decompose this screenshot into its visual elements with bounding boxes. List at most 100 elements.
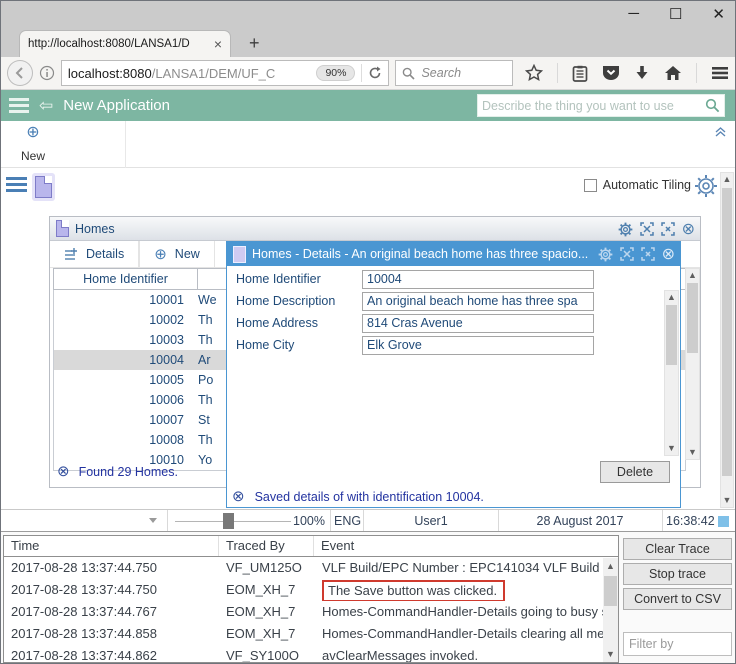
homes-close-icon[interactable]: ⊗ bbox=[682, 222, 695, 237]
trace-row[interactable]: 2017-08-28 13:37:44.750 VF_UM125O VLF Bu… bbox=[4, 557, 618, 579]
convert-to-csv-button[interactable]: Convert to CSV bbox=[623, 588, 732, 610]
time-column-header[interactable]: Time bbox=[4, 536, 219, 556]
bookmark-star-icon[interactable] bbox=[525, 64, 543, 82]
app-search-box[interactable] bbox=[477, 94, 725, 117]
delete-button[interactable]: Delete bbox=[600, 461, 670, 483]
home-address-field[interactable]: 814 Cras Avenue bbox=[362, 314, 594, 333]
browser-window: ─ ☐ ✕ http://localhost:8080/LANSA1/D × +… bbox=[0, 0, 736, 664]
highlighted-event: The Save button was clicked. bbox=[322, 580, 505, 601]
status-dropdown[interactable] bbox=[1, 510, 168, 531]
homes-expand-icon[interactable] bbox=[640, 222, 654, 236]
date-indicator: 28 August 2017 bbox=[498, 514, 662, 528]
site-info-icon[interactable] bbox=[39, 65, 55, 81]
app-search-icon[interactable] bbox=[705, 98, 720, 113]
navigation-bar: localhost:8080/LANSA1/DEM/UF_C 90% Searc… bbox=[1, 57, 735, 90]
url-bar[interactable]: localhost:8080/LANSA1/DEM/UF_C 90% bbox=[61, 60, 390, 86]
search-icon bbox=[402, 67, 415, 80]
url-path: /LANSA1/DEM/UF_C bbox=[152, 66, 276, 81]
trace-table: Time Traced By Event 2017-08-28 13:37:44… bbox=[3, 535, 619, 663]
menu-icon[interactable] bbox=[711, 66, 729, 80]
home-identifier-field[interactable]: 10004 bbox=[362, 270, 594, 289]
app-back-icon[interactable]: ⇦ bbox=[39, 96, 53, 116]
dialog-tile-icon[interactable] bbox=[641, 247, 655, 261]
window-close-button[interactable]: ✕ bbox=[712, 5, 725, 23]
language-indicator: ENG bbox=[334, 514, 361, 528]
app-title: New Application bbox=[63, 97, 170, 114]
url-text: localhost:8080/LANSA1/DEM/UF_C bbox=[68, 66, 311, 81]
trace-row[interactable]: 2017-08-28 13:37:44.767 EOM_XH_7 Homes-C… bbox=[4, 601, 618, 623]
new-tab-button[interactable]: + bbox=[241, 33, 268, 54]
tab-close-icon[interactable]: × bbox=[214, 36, 222, 52]
main-vertical-scrollbar[interactable]: ▲ ▼ bbox=[720, 172, 734, 508]
os-titlebar: ─ ☐ ✕ bbox=[1, 1, 735, 28]
homes-new-button[interactable]: ⊕ New bbox=[139, 241, 215, 268]
field-label: Home Address bbox=[236, 316, 318, 330]
home-icon[interactable] bbox=[664, 65, 682, 81]
filter-by-input[interactable]: Filter by bbox=[623, 632, 732, 656]
ribbon: ⊕ New bbox=[1, 121, 735, 168]
plus-circle-icon: ⊕ bbox=[154, 245, 167, 263]
ribbon-new-button[interactable]: ⊕ New bbox=[11, 124, 55, 165]
trace-table-header[interactable]: Time Traced By Event bbox=[4, 536, 618, 557]
field-label: Home Identifier bbox=[236, 272, 321, 286]
dialog-title: Homes - Details - An original beach home… bbox=[252, 247, 592, 261]
home-city-field[interactable]: Elk Grove bbox=[362, 336, 594, 355]
app-search-input[interactable] bbox=[482, 99, 705, 113]
homes-table-scrollbar[interactable]: ▲ ▼ bbox=[685, 268, 700, 460]
search-bar[interactable]: Search bbox=[395, 60, 513, 86]
zoom-slider-handle[interactable] bbox=[223, 513, 234, 529]
home-description-field[interactable]: An original beach home has three spa bbox=[362, 292, 594, 311]
details-button[interactable]: Details bbox=[50, 241, 139, 268]
dialog-expand-icon[interactable] bbox=[620, 247, 634, 261]
automatic-tiling-label: Automatic Tiling bbox=[603, 178, 691, 192]
event-column-header[interactable]: Event bbox=[314, 536, 618, 556]
app-header: ⇦ New Application bbox=[1, 90, 735, 121]
homes-settings-gear-icon[interactable] bbox=[618, 222, 633, 237]
homes-tile-icon[interactable] bbox=[661, 222, 675, 236]
homes-window-titlebar[interactable]: Homes ⊗ bbox=[50, 217, 700, 241]
search-placeholder: Search bbox=[421, 66, 461, 80]
traced-by-column-header[interactable]: Traced By bbox=[219, 536, 314, 556]
chevron-down-icon bbox=[149, 518, 157, 523]
time-indicator: 16:38:42 bbox=[666, 514, 715, 528]
trace-row[interactable]: 2017-08-28 13:37:44.862 VF_SY100O avClea… bbox=[4, 645, 618, 663]
message-close-icon[interactable]: ⊗ bbox=[57, 464, 70, 479]
stop-trace-button[interactable]: Stop trace bbox=[623, 563, 732, 585]
automatic-tiling-checkbox[interactable] bbox=[584, 179, 597, 192]
homes-new-button-label: New bbox=[175, 247, 200, 261]
details-form-icon bbox=[64, 248, 78, 261]
homes-status-message: Found 29 Homes. bbox=[79, 465, 178, 479]
dialog-settings-gear-icon[interactable] bbox=[598, 247, 613, 262]
page-zoom-badge[interactable]: 90% bbox=[316, 65, 355, 81]
homes-application-icon[interactable] bbox=[32, 173, 55, 201]
dialog-status-message: Saved details of with identification 100… bbox=[255, 490, 484, 504]
window-maximize-button[interactable]: ☐ bbox=[669, 5, 682, 23]
framework-menu-icon[interactable] bbox=[6, 177, 27, 193]
user-indicator: User1 bbox=[364, 514, 498, 528]
clear-trace-button[interactable]: Clear Trace bbox=[623, 538, 732, 560]
reading-list-icon[interactable] bbox=[572, 65, 588, 82]
dialog-titlebar[interactable]: Homes - Details - An original beach home… bbox=[227, 242, 680, 266]
trace-row-highlighted[interactable]: 2017-08-28 13:37:44.750 EOM_XH_7 The Sav… bbox=[4, 579, 618, 601]
ribbon-new-label: New bbox=[21, 149, 45, 163]
workspace-settings-gear-icon[interactable] bbox=[694, 174, 718, 198]
trace-row[interactable]: 2017-08-28 13:37:44.858 EOM_XH_7 Homes-C… bbox=[4, 623, 618, 645]
home-identifier-column-header[interactable]: Home Identifier bbox=[54, 269, 198, 289]
document-icon bbox=[233, 246, 246, 263]
collapse-ribbon-icon[interactable] bbox=[714, 125, 727, 138]
window-minimize-button[interactable]: ─ bbox=[628, 5, 639, 23]
browser-tab[interactable]: http://localhost:8080/LANSA1/D × bbox=[19, 30, 231, 57]
trace-scrollbar[interactable]: ▲ ▼ bbox=[603, 558, 618, 663]
tab-title: http://localhost:8080/LANSA1/D bbox=[28, 38, 208, 50]
message-close-icon[interactable]: ⊗ bbox=[232, 489, 245, 504]
status-bar: 100% ENG User1 28 August 2017 16:38:42 bbox=[1, 509, 735, 532]
pocket-shield-icon[interactable] bbox=[602, 65, 620, 81]
downloads-icon[interactable] bbox=[634, 65, 650, 81]
status-indicator-square bbox=[718, 516, 729, 527]
dialog-close-icon[interactable]: ⊗ bbox=[662, 247, 675, 262]
app-menu-icon[interactable] bbox=[9, 98, 29, 113]
homes-window-title: Homes bbox=[75, 222, 115, 236]
back-button[interactable] bbox=[7, 60, 33, 86]
reload-icon[interactable] bbox=[368, 66, 382, 80]
dialog-scrollbar[interactable]: ▲ ▼ bbox=[664, 290, 679, 456]
